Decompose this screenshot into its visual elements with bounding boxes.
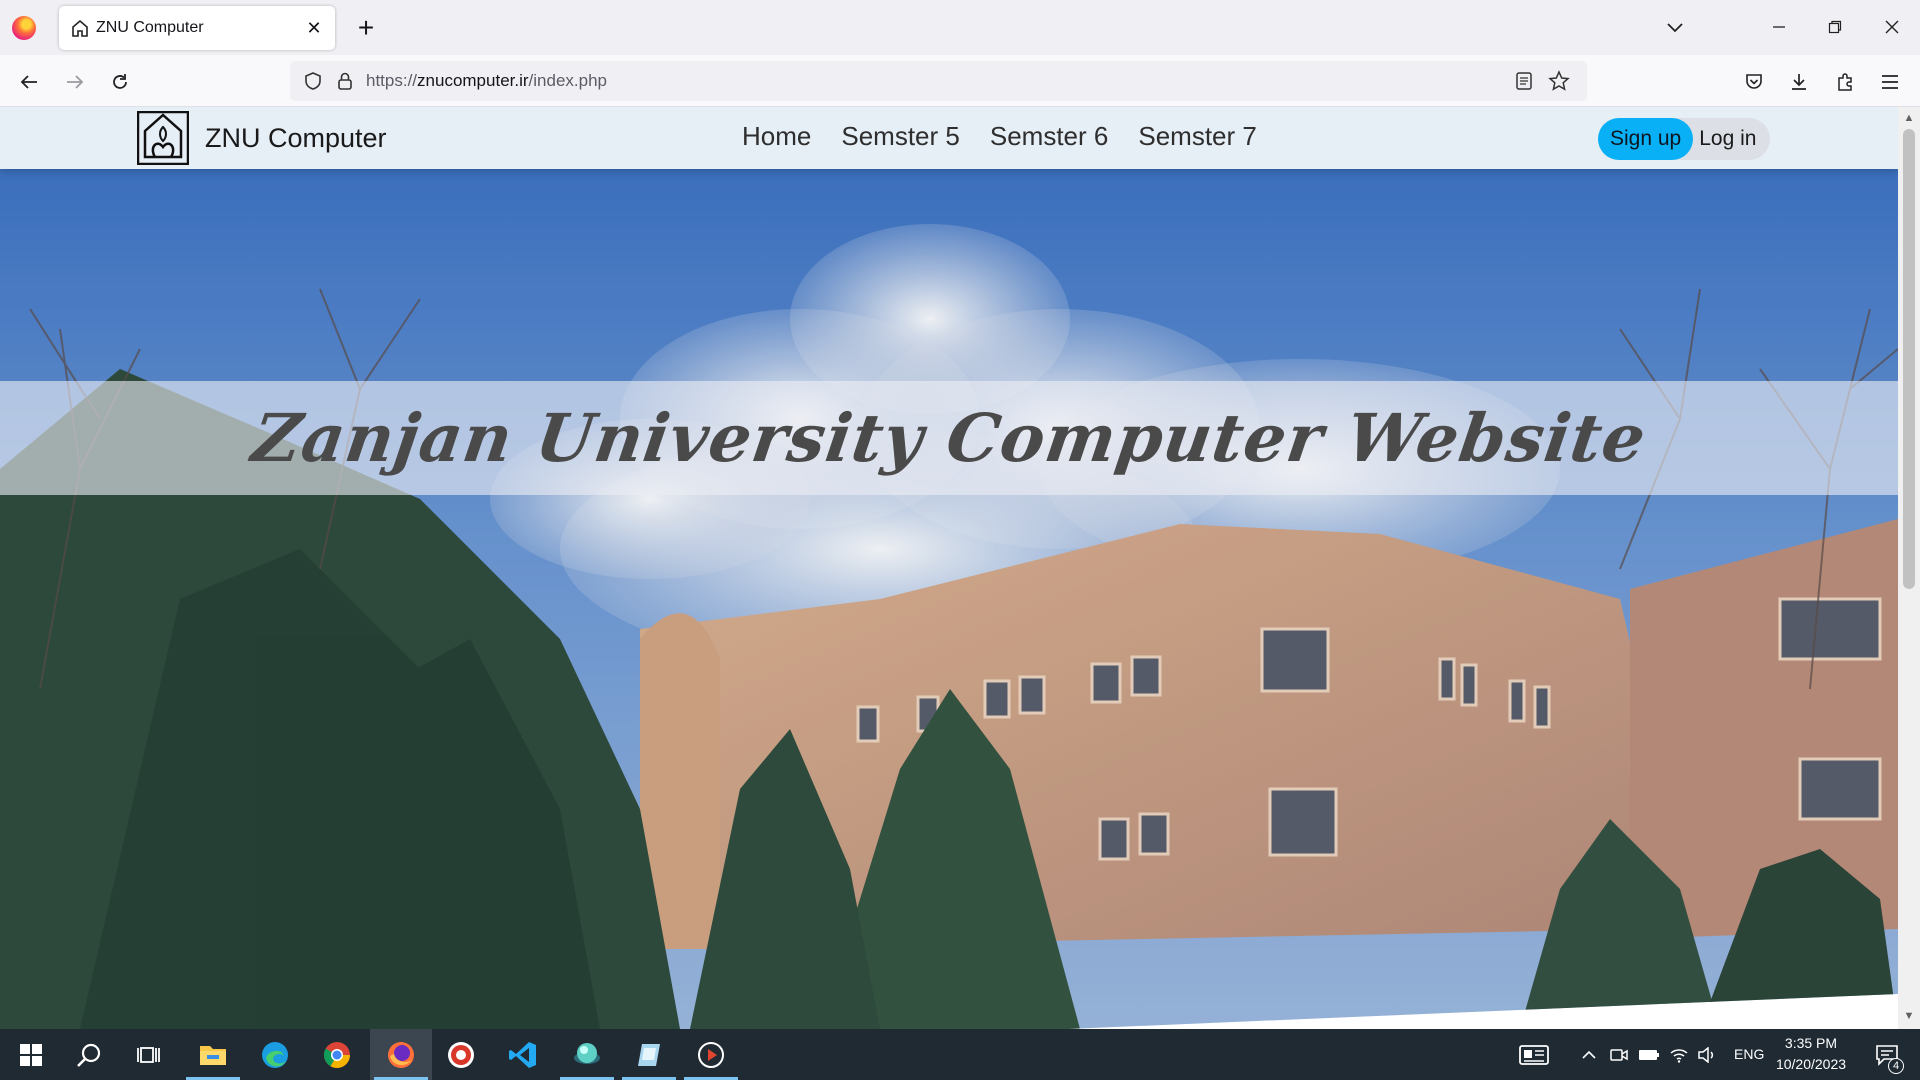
url-text[interactable]: https://znucomputer.ir/index.php: [366, 71, 607, 91]
scroll-down-icon[interactable]: ▼: [1902, 1009, 1916, 1023]
notification-count-badge: 4: [1888, 1058, 1904, 1074]
task-view-icon[interactable]: [118, 1029, 180, 1080]
browser-tabbar: ZNU Computer ✕ +: [0, 0, 1920, 55]
app-menu-icon[interactable]: [1873, 65, 1907, 99]
address-bar[interactable]: https://znucomputer.ir/index.php: [290, 61, 1587, 101]
scroll-up-icon[interactable]: ▲: [1902, 111, 1916, 125]
windows-taskbar: ENG 3:35 PM 10/20/2023 4: [0, 1029, 1920, 1080]
minimize-icon[interactable]: [1759, 10, 1799, 44]
battery-icon[interactable]: [1634, 1029, 1664, 1080]
menu-item-semester-5[interactable]: Semster 5: [841, 121, 960, 152]
site-brand[interactable]: ZNU Computer: [137, 111, 387, 165]
tab-title: ZNU Computer: [96, 19, 204, 36]
notifications-icon[interactable]: 4: [1862, 1029, 1912, 1080]
search-icon[interactable]: [58, 1029, 120, 1080]
menu-item-semester-7[interactable]: Semster 7: [1138, 121, 1257, 152]
web-page: ZNU Computer Home Semster 5 Semster 6 Se…: [0, 107, 1898, 1029]
forward-icon[interactable]: [58, 65, 92, 99]
firefox-icon[interactable]: [12, 16, 36, 40]
file-explorer-icon[interactable]: [182, 1029, 244, 1080]
media-player-icon[interactable]: [680, 1029, 742, 1080]
pocket-icon[interactable]: [1737, 65, 1771, 99]
scrollbar-thumb[interactable]: [1903, 129, 1915, 589]
tracking-shield-icon[interactable]: [296, 64, 330, 98]
campus-hero-image: [0, 169, 1898, 1029]
back-icon[interactable]: [12, 65, 46, 99]
auth-buttons: Sign up Log in: [1598, 118, 1771, 160]
clock-date: 10/20/2023: [1775, 1056, 1847, 1072]
hero-banner: Zanjan University Computer Website: [0, 381, 1898, 495]
list-all-tabs-icon[interactable]: [1660, 14, 1690, 42]
volume-icon[interactable]: [1692, 1029, 1722, 1080]
reload-icon[interactable]: [103, 65, 137, 99]
clock-time: 3:35 PM: [1784, 1035, 1838, 1051]
close-window-icon[interactable]: [1872, 10, 1912, 44]
app-card-icon[interactable]: [618, 1029, 680, 1080]
hero-section: [0, 169, 1898, 1029]
menu-item-semester-6[interactable]: Semster 6: [990, 121, 1109, 152]
znu-logo-icon: [137, 111, 189, 165]
firefox-taskbar-icon[interactable]: [370, 1029, 432, 1080]
downloads-icon[interactable]: [1782, 65, 1816, 99]
language-indicator[interactable]: ENG: [1734, 1046, 1764, 1062]
chrome-icon[interactable]: [306, 1029, 368, 1080]
app-orb-icon[interactable]: [556, 1029, 618, 1080]
taskbar-clock[interactable]: 3:35 PM 10/20/2023: [1768, 1033, 1854, 1075]
menu-item-home[interactable]: Home: [742, 121, 811, 152]
bookmark-star-icon[interactable]: [1542, 64, 1576, 98]
meet-now-icon[interactable]: [1604, 1029, 1634, 1080]
sign-up-button[interactable]: Sign up: [1598, 118, 1694, 160]
lock-icon[interactable]: [328, 64, 362, 98]
extensions-icon[interactable]: [1828, 65, 1862, 99]
reader-view-icon[interactable]: [1507, 64, 1541, 98]
page-scrollbar[interactable]: ▲ ▼: [1898, 107, 1920, 1029]
news-widget-icon[interactable]: [1505, 1029, 1563, 1080]
recorder-icon[interactable]: [430, 1029, 492, 1080]
browser-tab[interactable]: ZNU Computer ✕: [59, 6, 335, 50]
brand-name: ZNU Computer: [205, 122, 387, 153]
wifi-icon[interactable]: [1664, 1029, 1694, 1080]
hero-title: Zanjan University Computer Website: [247, 399, 1651, 477]
edge-icon[interactable]: [244, 1029, 306, 1080]
browser-navbar: https://znucomputer.ir/index.php: [0, 55, 1920, 107]
log-in-button[interactable]: Log in: [1693, 118, 1770, 160]
show-hidden-icons-icon[interactable]: [1574, 1029, 1604, 1080]
house-favicon-icon: [70, 18, 90, 38]
windows-start-icon[interactable]: [0, 1029, 62, 1080]
site-header: ZNU Computer Home Semster 5 Semster 6 Se…: [0, 107, 1898, 169]
main-menu: Home Semster 5 Semster 6 Semster 7: [742, 121, 1257, 152]
vscode-icon[interactable]: [492, 1029, 554, 1080]
restore-icon[interactable]: [1815, 10, 1855, 44]
new-tab-icon[interactable]: +: [350, 12, 382, 44]
close-tab-icon[interactable]: ✕: [299, 13, 329, 43]
